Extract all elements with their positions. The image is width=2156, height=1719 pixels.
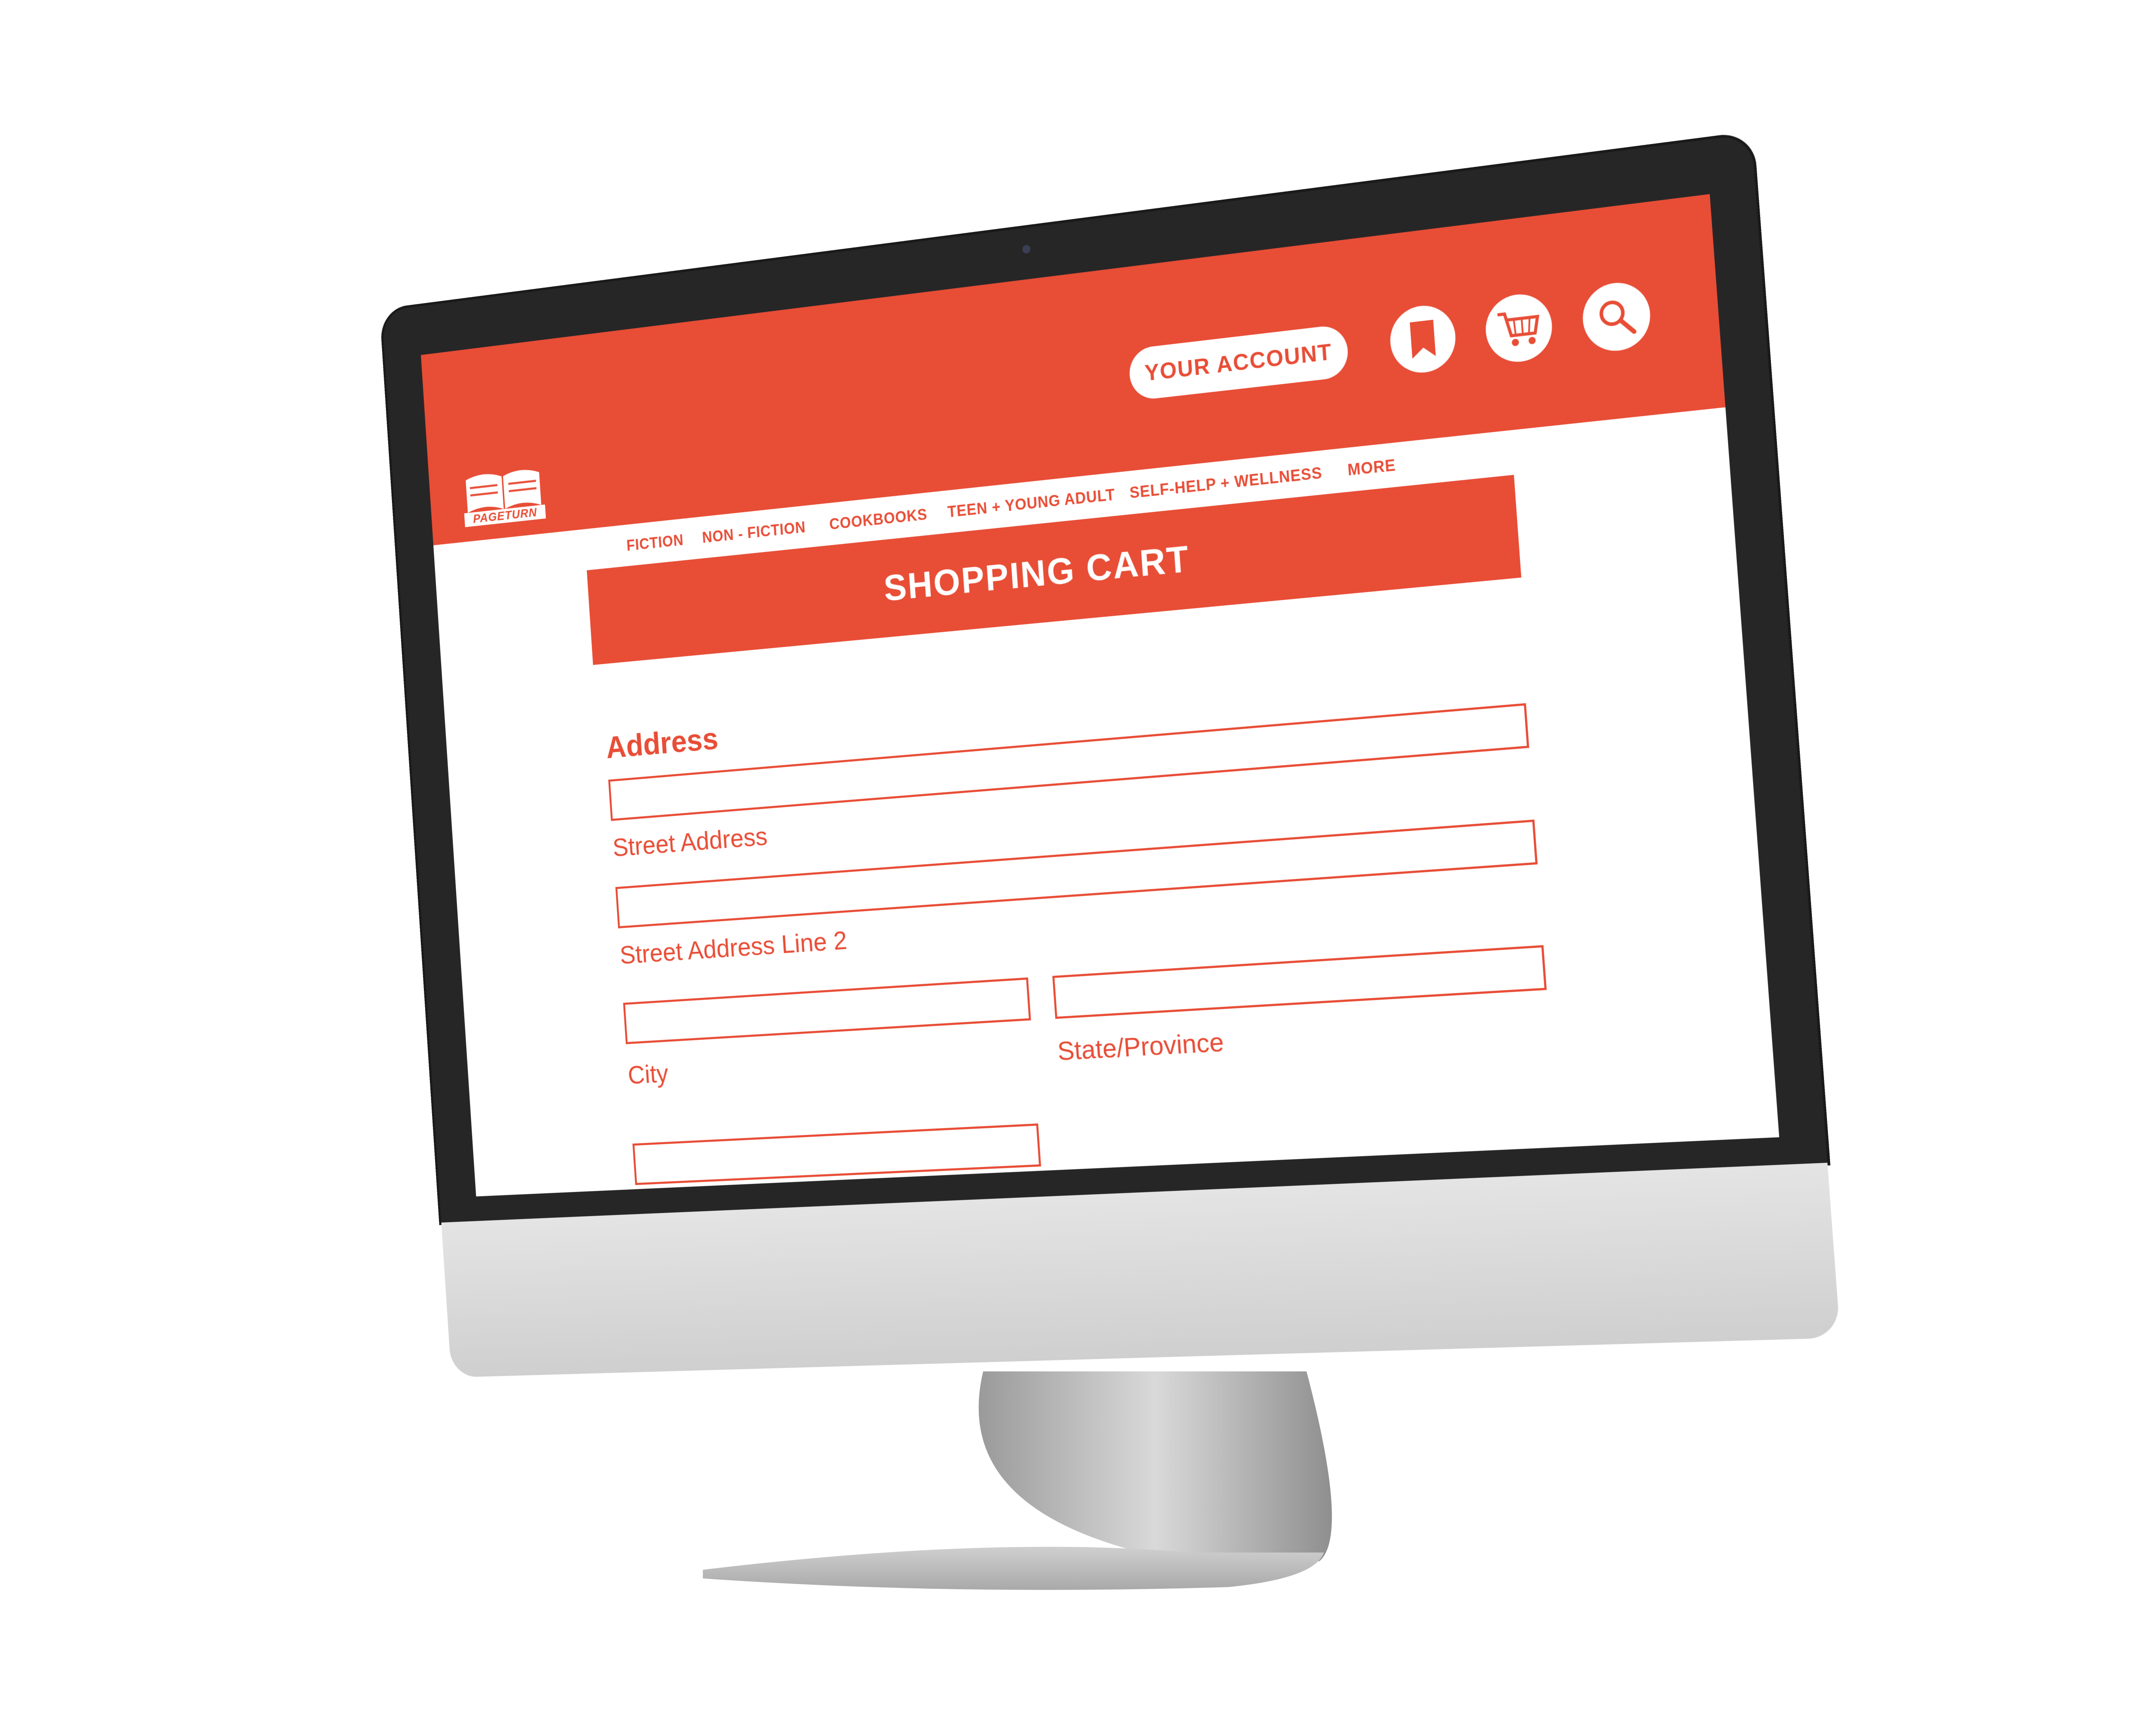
scene: PAGETURN YOUR ACCOUNT FICTION NON - FICT… (0, 0, 2156, 1719)
nav-item-non-fiction[interactable]: NON - FICTION (702, 518, 806, 547)
monitor: PAGETURN YOUR ACCOUNT FICTION NON - FICT… (382, 134, 1843, 1406)
stand-base (703, 1547, 1324, 1590)
city-input[interactable] (623, 977, 1031, 1044)
state-province-input[interactable] (1052, 945, 1547, 1019)
your-account-button[interactable]: YOUR ACCOUNT (1128, 324, 1350, 401)
nav-item-teen-young-adult[interactable]: TEEN + YOUNG ADULT (947, 486, 1116, 521)
nav-item-more[interactable]: MORE (1347, 456, 1397, 480)
city-label: City (627, 1058, 669, 1090)
state-province-label: State/Province (1056, 1026, 1225, 1067)
search-button[interactable] (1580, 279, 1652, 354)
address-section-title: Address (605, 720, 719, 765)
postal-code-input[interactable] (633, 1123, 1041, 1185)
site-logo[interactable]: PAGETURN (461, 464, 546, 534)
street-address-line2-label: Street Address Line 2 (619, 925, 848, 970)
stand-neck (979, 1371, 1332, 1561)
screen: PAGETURN YOUR ACCOUNT FICTION NON - FICT… (421, 194, 1779, 1196)
bookmark-icon (1406, 317, 1439, 361)
street-address-input[interactable] (608, 703, 1529, 821)
cart-icon (1495, 305, 1542, 351)
webcam (1022, 245, 1031, 254)
street-address-label: Street Address (612, 821, 768, 863)
nav-item-cookbooks[interactable]: COOKBOOKS (829, 505, 928, 533)
nav-item-self-help-wellness[interactable]: SELF-HELP + WELLNESS (1129, 464, 1323, 502)
cart-button[interactable] (1483, 291, 1554, 365)
monitor-bezel: PAGETURN YOUR ACCOUNT FICTION NON - FICT… (382, 134, 1827, 1222)
search-icon (1595, 294, 1638, 339)
nav-item-fiction[interactable]: FICTION (626, 531, 684, 555)
bookmark-button[interactable] (1388, 302, 1458, 376)
